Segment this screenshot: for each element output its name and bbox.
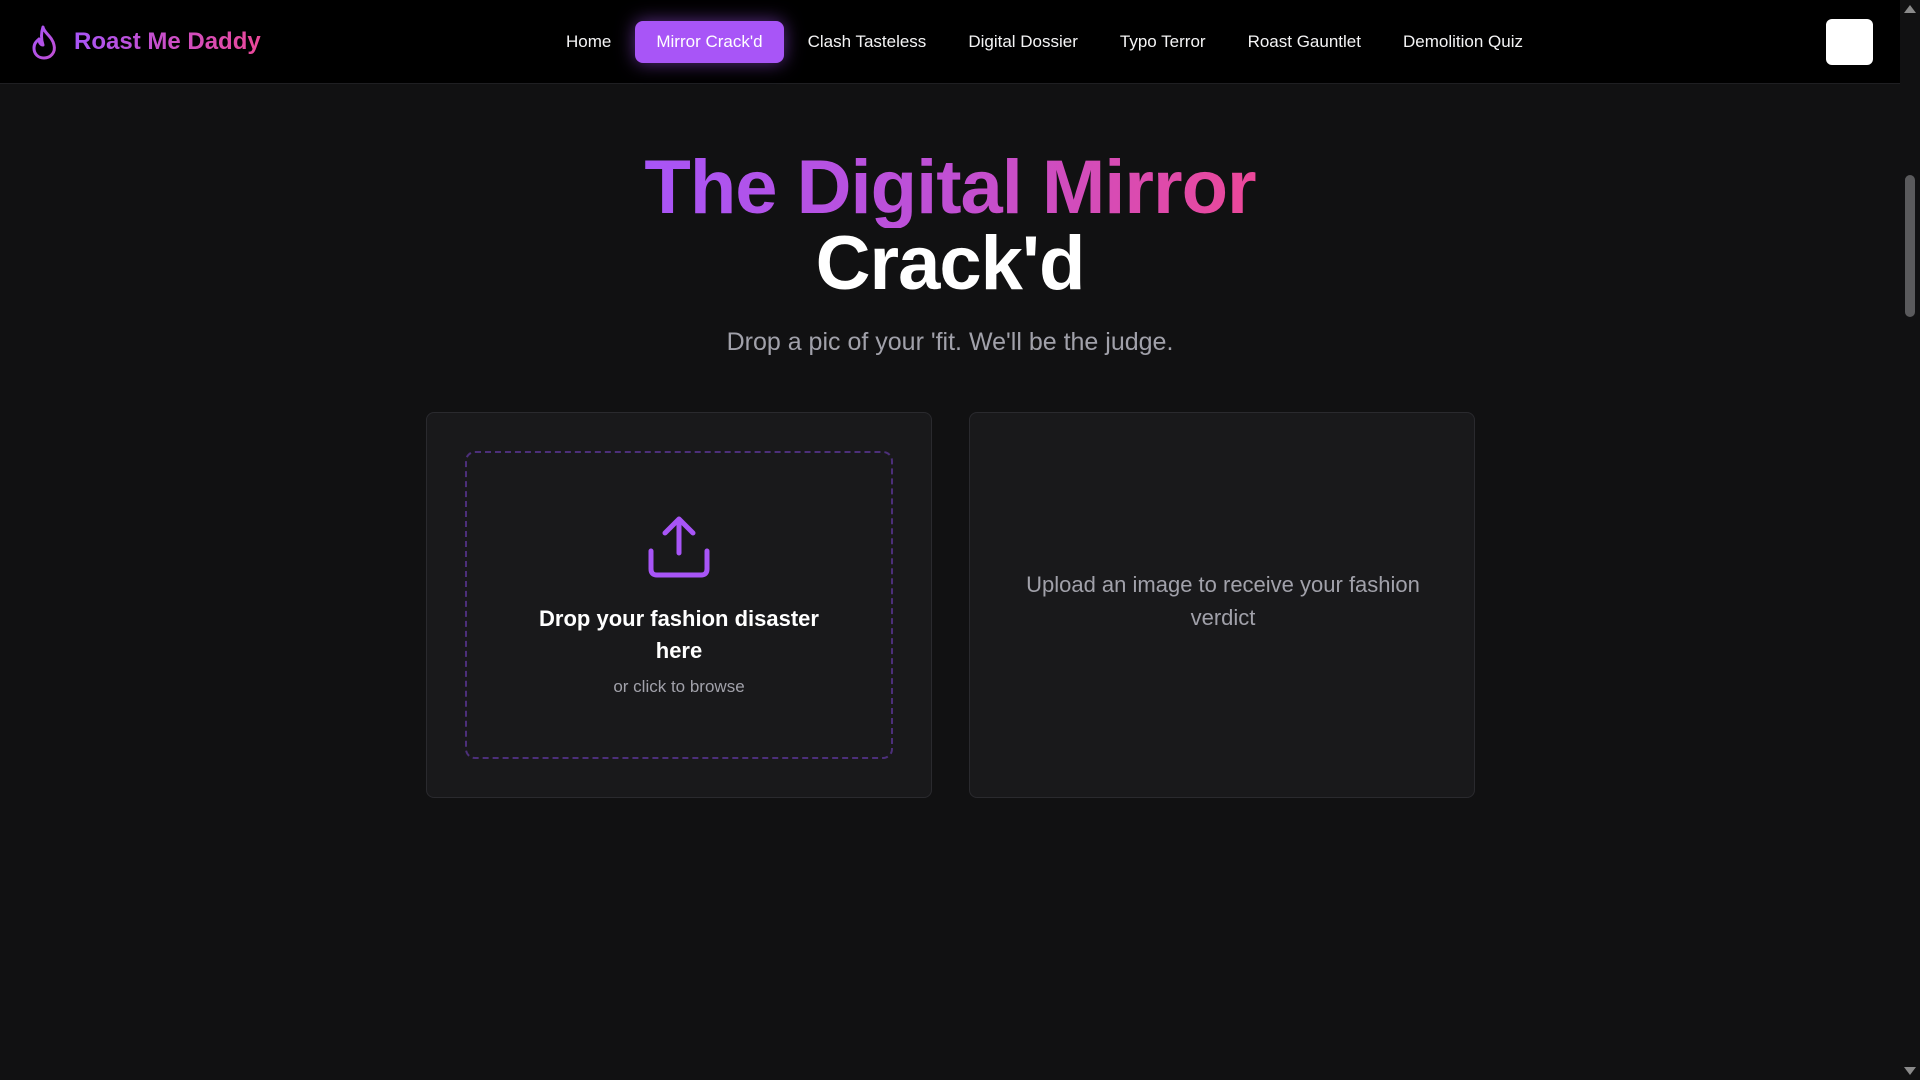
verdict-card: Upload an image to receive your fashion …: [969, 412, 1475, 798]
scroll-down-arrow-icon[interactable]: [1904, 1067, 1916, 1075]
nav-item-home[interactable]: Home: [545, 21, 632, 63]
page-title-line-2: Crack'd: [815, 221, 1086, 306]
upload-icon: [645, 513, 713, 581]
scrollbar-thumb[interactable]: [1905, 175, 1915, 317]
upload-card: Drop your fashion disaster here or click…: [426, 412, 932, 798]
image-dropzone[interactable]: Drop your fashion disaster here or click…: [465, 451, 893, 759]
brand-name: Roast Me Daddy: [74, 28, 261, 55]
page-scrollbar[interactable]: [1900, 0, 1920, 1080]
page-title: The Digital Mirror Crack'd: [0, 145, 1900, 302]
nav-item-clash-tasteless[interactable]: Clash Tasteless: [787, 21, 948, 63]
nav-item-typo-terror[interactable]: Typo Terror: [1099, 21, 1227, 63]
menu-button[interactable]: [1826, 19, 1873, 65]
page-title-line-1: The Digital Mirror: [644, 145, 1256, 230]
scroll-up-arrow-icon[interactable]: [1904, 5, 1916, 13]
main-nav: Home Mirror Crack'd Clash Tasteless Digi…: [545, 21, 1544, 63]
verdict-placeholder: Upload an image to receive your fashion …: [1026, 572, 1420, 630]
page: Roast Me Daddy Home Mirror Crack'd Clash…: [0, 0, 1920, 1080]
dropzone-title: Drop your fashion disaster here: [539, 606, 819, 663]
hero-section: The Digital Mirror Crack'd Drop a pic of…: [0, 148, 1900, 357]
page-subtitle: Drop a pic of your 'fit. We'll be the ju…: [726, 328, 1174, 356]
flame-icon: [30, 22, 62, 62]
nav-item-mirror-crackd[interactable]: Mirror Crack'd: [635, 21, 784, 63]
nav-item-roast-gauntlet[interactable]: Roast Gauntlet: [1227, 21, 1382, 63]
top-nav-bar: Roast Me Daddy Home Mirror Crack'd Clash…: [0, 0, 1900, 84]
dropzone-subtitle: or click to browse: [613, 677, 745, 696]
brand-logo[interactable]: Roast Me Daddy: [30, 22, 261, 62]
nav-item-demolition-quiz[interactable]: Demolition Quiz: [1382, 21, 1544, 63]
nav-item-digital-dossier[interactable]: Digital Dossier: [947, 21, 1099, 63]
